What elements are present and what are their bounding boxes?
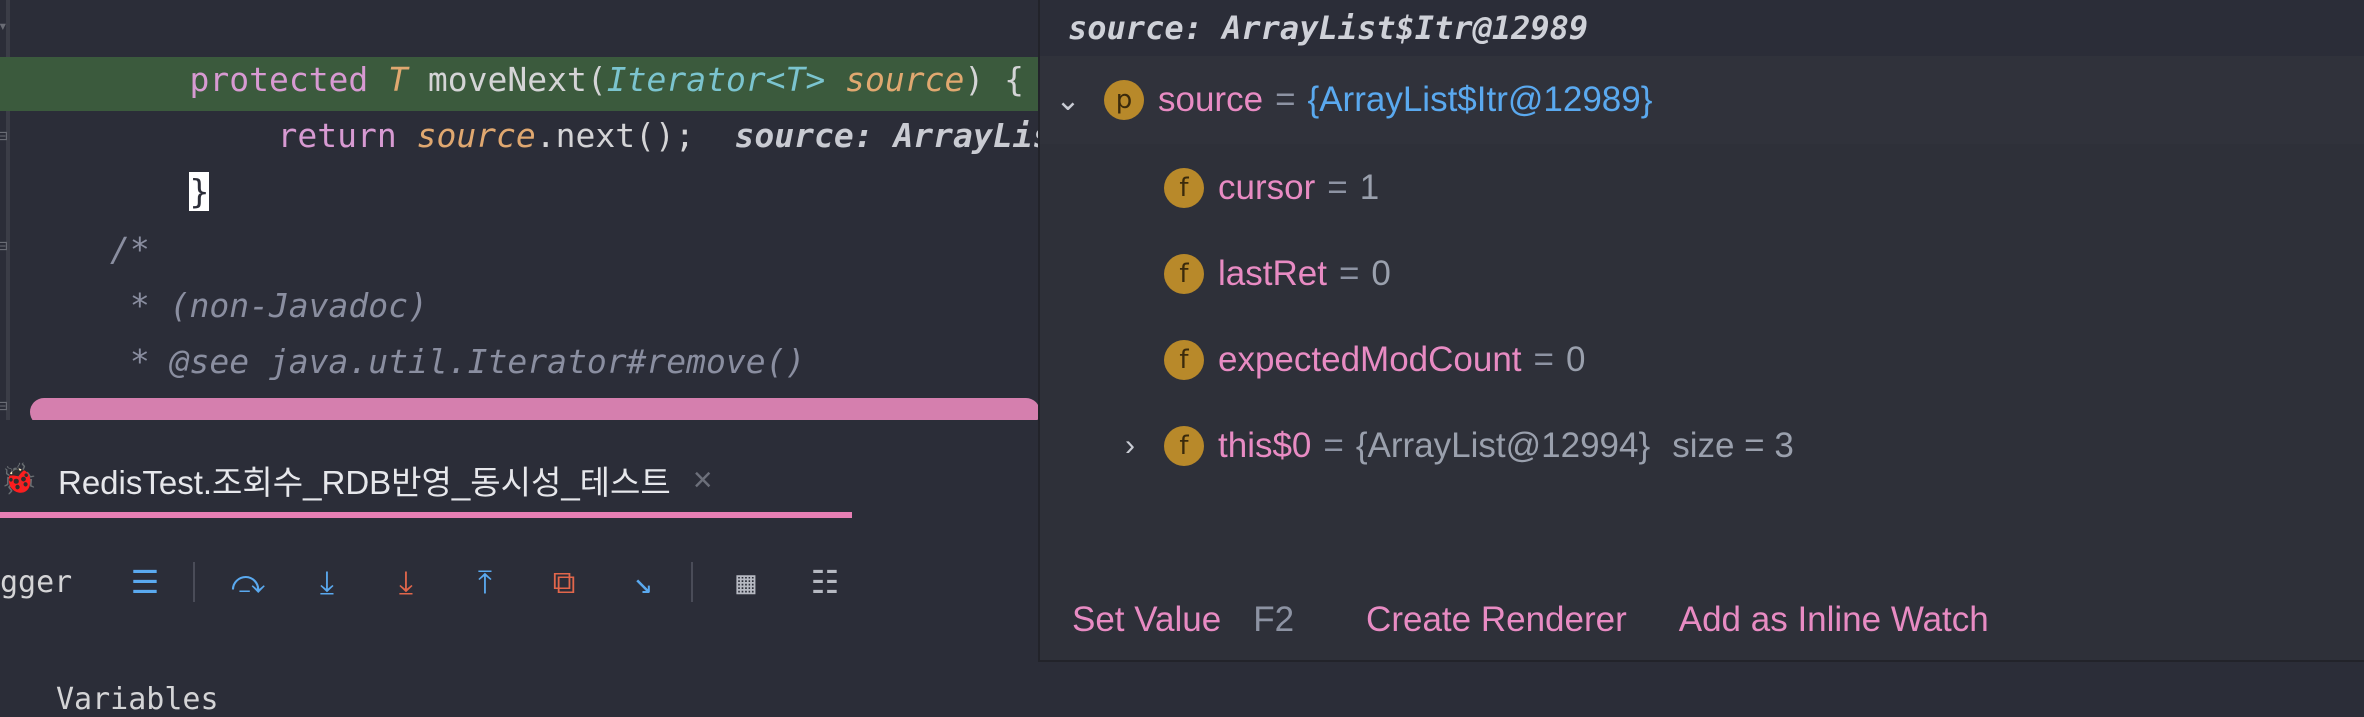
var-value: 1 — [1359, 168, 1380, 207]
var-value: {ArrayList@12994} — [1355, 426, 1651, 465]
debug-session-tab[interactable]: 🐞 RedisTest.조회수_RDB반영_동시성_테스트 × — [0, 450, 713, 510]
equals-sign: = — [1338, 254, 1360, 293]
field-icon: f — [1164, 426, 1204, 466]
evaluate-icon[interactable]: ▦ — [720, 556, 772, 608]
debugger-toolbar: gger ☰ ⤼ ⤓ ⤓ ⤒ ⧉ ↘ ▦ ☷ — [0, 552, 851, 612]
parameter-icon: p — [1104, 80, 1144, 120]
chevron-right-icon[interactable]: › — [1110, 429, 1150, 463]
field-icon: f — [1164, 168, 1204, 208]
debugger-label: gger — [0, 564, 73, 600]
create-renderer-link[interactable]: Create Renderer — [1366, 600, 1627, 640]
var-name: expectedModCount — [1218, 340, 1522, 379]
popup-actions: Set Value F2 Create Renderer Add as Inli… — [1040, 565, 2364, 675]
force-step-into-icon[interactable]: ⤓ — [380, 556, 432, 608]
close-icon[interactable]: × — [693, 461, 713, 500]
toolbar-separator — [691, 562, 693, 602]
field-icon: f — [1164, 254, 1204, 294]
run-to-cursor-icon[interactable]: ↘ — [617, 556, 669, 608]
tree-node-cursor[interactable]: f cursor = 1 — [1164, 158, 1379, 218]
tree-node-this0[interactable]: › f this$0 = {ArrayList@12994} size = 3 — [1110, 416, 1794, 476]
step-over-icon[interactable]: ⤼ — [222, 556, 274, 608]
code-line-3: } — [189, 172, 210, 211]
var-value: 0 — [1566, 340, 1586, 379]
code-line-2: return source.next(); source: ArrayLis — [277, 116, 1053, 155]
add-inline-watch-link[interactable]: Add as Inline Watch — [1679, 600, 1989, 640]
frames-icon[interactable]: ☰ — [119, 556, 171, 608]
code-line-1: protected T moveNext(Iterator<T> source)… — [189, 60, 1024, 99]
inline-debug-hint[interactable]: source: ArrayLis — [735, 116, 1053, 155]
debug-panel: 🐞 RedisTest.조회수_RDB반영_동시성_테스트 × gger ☰ ⤼… — [0, 420, 1040, 717]
set-value-shortcut: F2 — [1253, 600, 1295, 639]
step-into-icon[interactable]: ⤓ — [301, 556, 353, 608]
field-icon: f — [1164, 340, 1204, 380]
trace-icon[interactable]: ☷ — [799, 556, 851, 608]
popup-title: source: ArrayList$Itr@12989 — [1040, 0, 2364, 56]
fold-icon[interactable]: ▾ — [0, 18, 14, 34]
active-tab-underline — [0, 512, 852, 518]
comment-line-1: /* — [110, 230, 150, 269]
tree-node-lastret[interactable]: f lastRet = 0 — [1164, 244, 1391, 304]
equals-sign: = — [1275, 80, 1296, 119]
bug-icon: 🐞 — [0, 462, 38, 497]
toolbar-separator — [193, 562, 195, 602]
var-value: {ArrayList$Itr@12989} — [1307, 80, 1653, 119]
var-name: cursor — [1218, 168, 1316, 207]
equals-sign: = — [1533, 340, 1554, 379]
set-value-link[interactable]: Set Value — [1072, 600, 1221, 640]
comment-line-2: * (non-Javadoc) — [110, 286, 428, 325]
var-value: 0 — [1371, 254, 1391, 293]
equals-sign: = — [1323, 426, 1344, 465]
equals-sign: = — [1327, 168, 1348, 207]
var-name: source — [1158, 80, 1264, 119]
fold-icon[interactable]: ⊟ — [0, 128, 14, 144]
tree-node-expectedmodcount[interactable]: f expectedModCount = 0 — [1164, 330, 1585, 390]
step-out-icon[interactable]: ⤒ — [459, 556, 511, 608]
tree-root-row[interactable]: ⌄ p source = {ArrayList$Itr@12989} — [1040, 56, 2364, 144]
drop-frame-icon[interactable]: ⧉ — [538, 556, 590, 608]
fold-icon[interactable]: ⊟ — [0, 238, 14, 254]
var-size: size = 3 — [1672, 426, 1794, 465]
var-name: this$0 — [1218, 426, 1312, 465]
fold-icon[interactable]: ⊟ — [0, 398, 14, 414]
value-popup: source: ArrayList$Itr@12989 ⌄ p source =… — [1040, 0, 2364, 660]
code-editor[interactable]: ▾ ⊟ ⊟ ⊟ protected T moveNext(Iterator<T>… — [0, 0, 1052, 426]
tree-node-source[interactable]: ⌄ p source = {ArrayList$Itr@12989} — [1048, 70, 1652, 130]
chevron-down-icon[interactable]: ⌄ — [1048, 83, 1088, 118]
var-name: lastRet — [1218, 254, 1327, 293]
debug-session-label: RedisTest.조회수_RDB반영_동시성_테스트 — [58, 464, 671, 501]
comment-line-3: * @see java.util.Iterator#remove() — [110, 342, 806, 381]
